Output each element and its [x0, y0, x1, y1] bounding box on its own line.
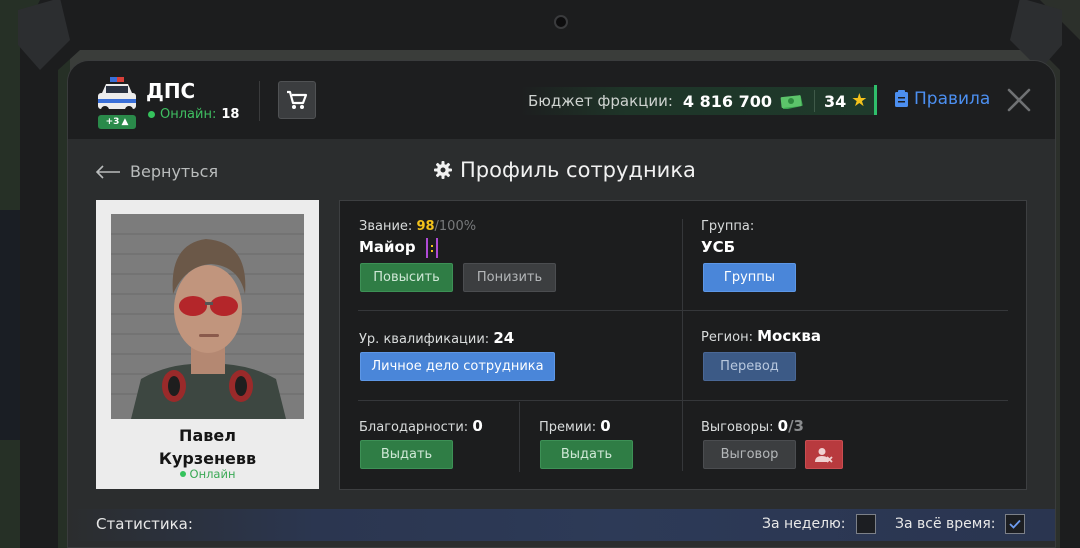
bonuses-value: 0: [600, 417, 611, 435]
promote-button[interactable]: Повысить: [360, 263, 453, 292]
thanks-value: 0: [472, 417, 483, 435]
transfer-button[interactable]: Перевод: [703, 352, 796, 381]
divider-vertical: [519, 402, 520, 472]
qualification-value: 24: [493, 329, 515, 347]
group-label: Группа:: [701, 219, 755, 234]
reprimands-row: Выговоры: 0/3: [701, 417, 804, 435]
rank-stripes-icon: [426, 238, 438, 258]
back-label: Вернуться: [130, 162, 219, 181]
rules-label: Правила: [914, 89, 991, 109]
qualification-label: Ур. квалификации:: [359, 332, 490, 347]
bonuses-row: Премии: 0: [539, 417, 611, 435]
cart-icon: [287, 90, 308, 109]
thanks-label: Благодарности:: [359, 420, 469, 435]
thanks-row: Благодарности: 0: [359, 417, 483, 435]
clipboard-icon: [895, 90, 908, 107]
all-time-checkbox[interactable]: [1005, 514, 1025, 534]
cash-icon: [780, 95, 803, 109]
rank-progress: 98: [416, 219, 435, 234]
rank-label: Звание:: [359, 219, 413, 234]
checkmark-icon: [1009, 519, 1021, 529]
arrow-left-icon: [95, 164, 120, 179]
gear-icon: [434, 161, 452, 179]
qualification-row: Ур. квалификации: 24: [359, 329, 514, 347]
divider-horizontal: [358, 310, 1008, 311]
close-icon[interactable]: [1006, 87, 1032, 113]
statistics-label: Статистика:: [96, 515, 193, 533]
budget-separator: [813, 90, 815, 112]
region-value: Москва: [757, 327, 822, 345]
employee-photo: [111, 214, 304, 419]
remove-reprimand-button[interactable]: [805, 440, 843, 469]
tablet-panel: +3 ▲ ДПС Онлайн: 18 Бюджет фракции: 4 81…: [67, 60, 1056, 548]
star-icon: ★: [851, 90, 868, 111]
week-filter-label: За неделю:: [762, 516, 846, 532]
employee-first-name: Павел: [179, 426, 236, 445]
employee-info-box: Звание: 98/100% Майор Повысить Понизить …: [339, 200, 1027, 490]
rank-name: Майор: [359, 238, 416, 256]
employee-status-label: Онлайн: [189, 467, 236, 481]
back-button[interactable]: Вернуться: [95, 162, 218, 181]
statistics-bar: Статистика: За неделю: За всё время:: [68, 509, 1055, 541]
bonuses-label: Премии:: [539, 420, 597, 435]
thanks-give-button[interactable]: Выдать: [360, 440, 453, 469]
online-dot-icon: [148, 111, 155, 118]
faction-online: Онлайн: 18: [148, 107, 239, 122]
reprimands-label: Выговоры:: [701, 420, 774, 435]
rules-link[interactable]: Правила: [894, 89, 990, 109]
header-divider: [259, 81, 260, 121]
page-title: Профиль сотрудника: [434, 158, 696, 182]
reprimands-max: /3: [788, 417, 804, 435]
shop-button[interactable]: [278, 81, 316, 119]
user-remove-icon: [815, 447, 833, 463]
reprimand-button[interactable]: Выговор: [703, 440, 796, 469]
employee-card: Павел Курзеневв Онлайн: [96, 200, 319, 489]
region-row: Регион: Москва: [701, 327, 821, 345]
online-dot-icon: [179, 471, 186, 477]
rank-progress-tail: /100%: [434, 219, 477, 234]
personal-file-button[interactable]: Личное дело сотрудника: [360, 352, 555, 381]
divider-horizontal: [358, 400, 1008, 401]
divider-vertical: [682, 219, 683, 471]
faction-badge-value: +3: [105, 117, 120, 127]
rank-row: Звание: 98/100%: [359, 219, 476, 234]
bonuses-give-button[interactable]: Выдать: [540, 440, 633, 469]
stars-value: 34: [823, 91, 847, 111]
chevron-up-icon: ▲: [121, 117, 129, 127]
employee-status: Онлайн: [96, 467, 319, 481]
header: +3 ▲ ДПС Онлайн: 18 Бюджет фракции: 4 81…: [68, 61, 1055, 139]
faction-budget: Бюджет фракции: 4 816 700 34 ★: [520, 87, 874, 115]
budget-label: Бюджет фракции:: [528, 92, 673, 110]
online-label: Онлайн:: [160, 107, 217, 122]
week-checkbox[interactable]: [856, 514, 876, 534]
demote-button[interactable]: Понизить: [463, 263, 556, 292]
group-name: УСБ: [701, 238, 736, 256]
page-title-text: Профиль сотрудника: [460, 158, 696, 182]
all-time-filter-label: За всё время:: [895, 516, 996, 532]
reprimands-value: 0: [777, 417, 789, 435]
groups-button[interactable]: Группы: [703, 263, 796, 292]
employee-name: Павел Курзеневв: [96, 424, 319, 470]
faction-badge: +3 ▲: [98, 115, 136, 129]
faction-name: ДПС: [146, 79, 196, 103]
budget-accent: [874, 85, 877, 115]
region-label: Регион:: [701, 330, 753, 345]
budget-value: 4 816 700: [682, 91, 772, 111]
online-count: 18: [221, 107, 240, 122]
